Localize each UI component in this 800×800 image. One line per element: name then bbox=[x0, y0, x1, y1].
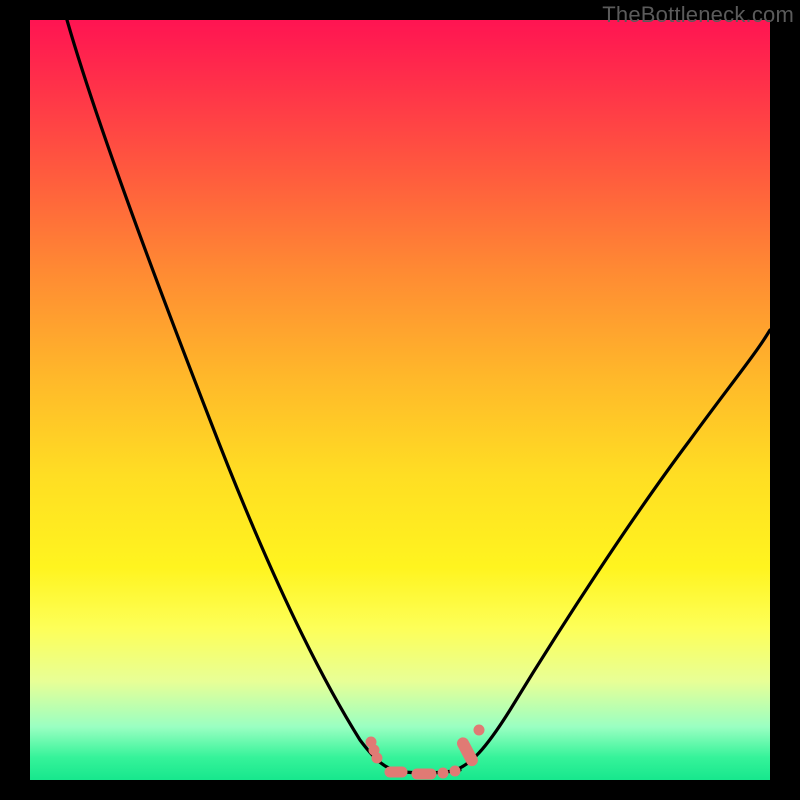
bottleneck-curve bbox=[30, 20, 770, 780]
watermark-text: TheBottleneck.com bbox=[602, 2, 794, 28]
left-curve-path bbox=[67, 20, 395, 770]
plot-area bbox=[30, 20, 770, 780]
chart-frame: TheBottleneck.com bbox=[0, 0, 800, 800]
right-curve-path bbox=[455, 330, 770, 770]
trough-markers bbox=[366, 725, 484, 779]
